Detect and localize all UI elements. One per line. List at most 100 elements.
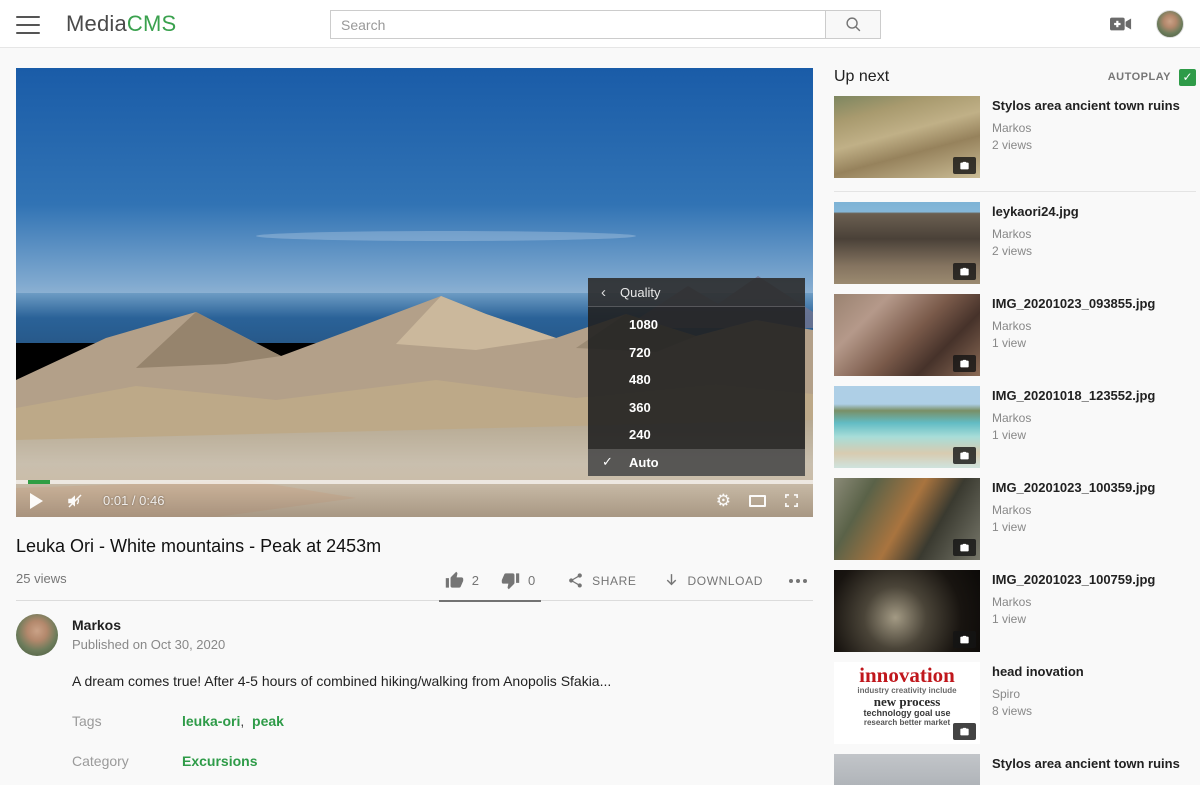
thumbnail-leykaori24[interactable] [834, 202, 980, 284]
upload-media-icon[interactable] [1110, 16, 1132, 32]
video-player[interactable]: ‹ Quality 1080 720 480 360 240 ✓ Auto [16, 68, 813, 517]
quality-option-auto[interactable]: ✓ Auto [588, 449, 805, 477]
category-link-excursions[interactable]: Excursions [182, 753, 257, 769]
time-display: 0:01 / 0:46 [103, 493, 164, 508]
thumb-down-icon [501, 571, 520, 590]
up-next-item[interactable]: innovation industry creativity include n… [834, 662, 1196, 744]
up-next-title: Up next [834, 68, 889, 86]
player-controls: 0:01 / 0:46 ⚙ [16, 484, 813, 517]
menu-icon[interactable] [16, 16, 40, 34]
check-icon: ✓ [1182, 70, 1192, 84]
item-views: 1 view [992, 336, 1155, 350]
image-type-badge [953, 355, 976, 372]
up-next-item[interactable]: IMG_20201023_100359.jpg Markos 1 view [834, 478, 1196, 560]
download-icon [663, 572, 680, 589]
vote-group: 2 0 [439, 571, 541, 602]
quality-option-720[interactable]: 720 [588, 339, 805, 367]
search-icon [845, 16, 862, 33]
back-chevron-icon: ‹ [601, 284, 606, 301]
camera-icon [959, 727, 970, 737]
search-button[interactable] [826, 10, 881, 39]
quality-menu-title: Quality [620, 285, 660, 300]
gear-icon: ⚙ [716, 492, 731, 509]
download-label: DOWNLOAD [688, 574, 763, 588]
published-date: Published on Oct 30, 2020 [72, 637, 225, 652]
more-actions-button[interactable] [789, 579, 813, 583]
video-description: A dream comes true! After 4-5 hours of c… [72, 673, 813, 689]
quality-option-1080[interactable]: 1080 [588, 311, 805, 339]
up-next-item[interactable]: Stylos area ancient town ruins Markos 2 … [834, 96, 1196, 178]
item-views: 2 views [992, 138, 1180, 152]
item-title: leykaori24.jpg [992, 204, 1079, 221]
view-count: 25 views [16, 571, 67, 590]
share-icon [567, 572, 584, 589]
item-views: 1 view [992, 428, 1155, 442]
settings-button[interactable]: ⚙ [716, 492, 731, 509]
logo[interactable]: MediaCMS [66, 11, 176, 37]
up-next-item[interactable]: Stylos area ancient town ruins [834, 754, 1196, 785]
image-type-badge [953, 539, 976, 556]
tag-link-leuka-ori[interactable]: leuka-ori [182, 713, 240, 729]
like-count: 2 [472, 573, 479, 588]
item-author: Markos [992, 319, 1155, 333]
item-title: Stylos area ancient town ruins [992, 98, 1180, 115]
download-button[interactable]: DOWNLOAD [663, 572, 763, 589]
item-title: IMG_20201023_100359.jpg [992, 480, 1155, 497]
thumbnail-img-100759[interactable] [834, 570, 980, 652]
thumbnail-stylos-ruins-2[interactable] [834, 754, 980, 785]
tag-link-peak[interactable]: peak [252, 713, 284, 729]
camera-icon [959, 359, 970, 369]
item-author: Markos [992, 121, 1180, 135]
image-type-badge [953, 263, 976, 280]
volume-muted-icon [65, 492, 85, 510]
theater-mode-button[interactable] [749, 495, 766, 507]
image-type-badge [953, 157, 976, 174]
camera-icon [959, 161, 970, 171]
category-label: Category [72, 753, 182, 769]
quality-option-360[interactable]: 360 [588, 394, 805, 422]
item-views: 8 views [992, 704, 1084, 718]
up-next-item[interactable]: IMG_20201018_123552.jpg Markos 1 view [834, 386, 1196, 468]
autoplay-label: AUTOPLAY [1108, 71, 1171, 83]
thumbnail-head-inovation[interactable]: innovation industry creativity include n… [834, 662, 980, 744]
quality-option-480[interactable]: 480 [588, 366, 805, 394]
item-title: IMG_20201023_100759.jpg [992, 572, 1155, 589]
check-icon: ✓ [602, 454, 613, 470]
thumbnail-img-100359[interactable] [834, 478, 980, 560]
user-avatar[interactable] [1156, 10, 1184, 38]
camera-icon [959, 635, 970, 645]
quality-option-240[interactable]: 240 [588, 421, 805, 449]
search-input[interactable] [330, 10, 826, 39]
video-title: Leuka Ori - White mountains - Peak at 24… [16, 536, 813, 557]
author-name[interactable]: Markos [72, 617, 225, 633]
up-next-item[interactable]: IMG_20201023_093855.jpg Markos 1 view [834, 294, 1196, 376]
quality-menu-back[interactable]: ‹ Quality [588, 278, 805, 307]
author-avatar[interactable] [16, 614, 58, 656]
item-views: 1 view [992, 612, 1155, 626]
camera-icon [959, 451, 970, 461]
dislike-button[interactable]: 0 [501, 571, 535, 590]
item-author: Spiro [992, 687, 1084, 701]
item-author: Markos [992, 595, 1155, 609]
up-next-item[interactable]: leykaori24.jpg Markos 2 views [834, 202, 1196, 284]
camera-icon [959, 543, 970, 553]
item-title: head inovation [992, 664, 1084, 681]
mute-button[interactable] [65, 492, 85, 510]
play-button[interactable] [30, 493, 43, 509]
share-button[interactable]: SHARE [567, 572, 636, 589]
theater-icon [749, 495, 766, 507]
logo-media: Media [66, 11, 127, 36]
fullscreen-button[interactable] [784, 493, 799, 508]
up-next-item[interactable]: IMG_20201023_100759.jpg Markos 1 view [834, 570, 1196, 652]
item-views: 1 view [992, 520, 1155, 534]
thumbnail-stylos-ruins[interactable] [834, 96, 980, 178]
logo-cms: CMS [127, 11, 177, 36]
fullscreen-icon [784, 493, 799, 508]
item-title: IMG_20201018_123552.jpg [992, 388, 1155, 405]
autoplay-checkbox[interactable]: ✓ [1179, 69, 1196, 86]
like-button[interactable]: 2 [445, 571, 479, 590]
search-bar [330, 10, 881, 39]
item-author: Markos [992, 411, 1155, 425]
thumbnail-img-093855[interactable] [834, 294, 980, 376]
thumbnail-img-123552[interactable] [834, 386, 980, 468]
